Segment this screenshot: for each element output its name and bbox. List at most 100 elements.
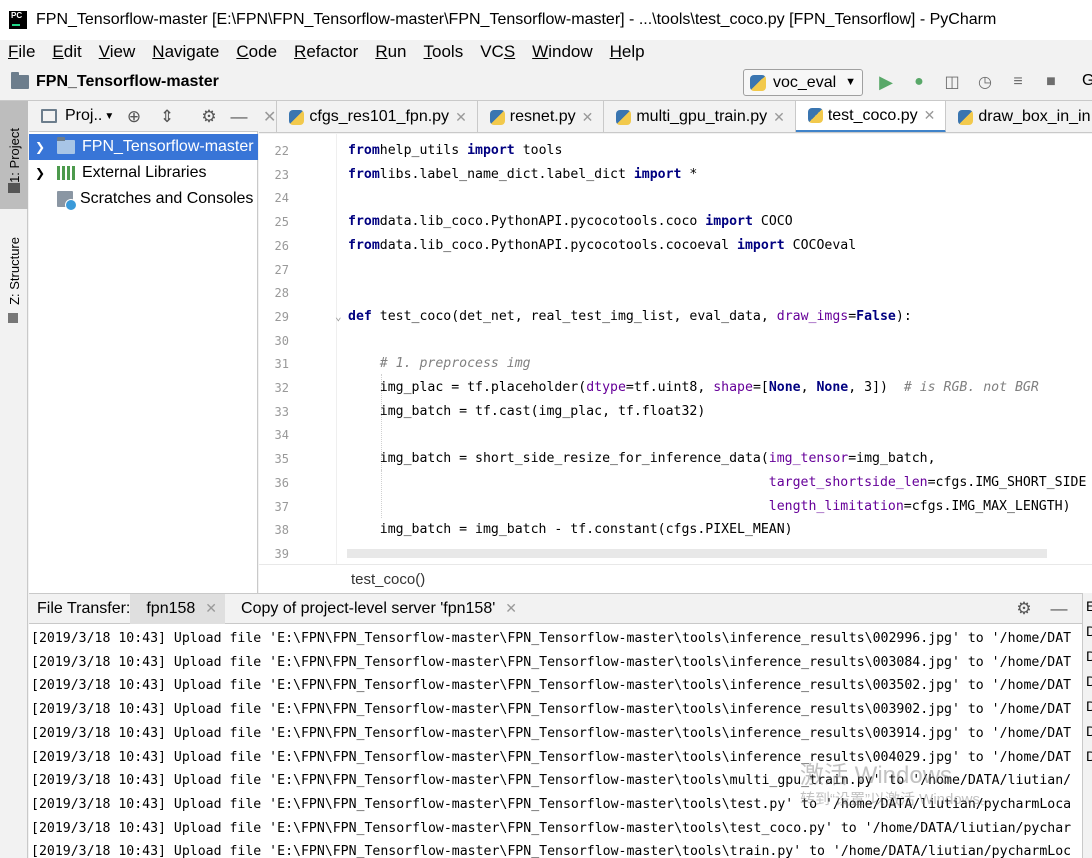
close-icon[interactable]: ✕: [505, 600, 517, 617]
code-line[interactable]: 29 ⌄ def test_coco(det_net, real_test_img_…: [259, 305, 1092, 329]
hide-panel-icon[interactable]: —: [229, 107, 249, 127]
code-line[interactable]: 35 img_batch = short_side_resize_for_inf…: [259, 447, 1092, 471]
line-number: 29: [274, 309, 289, 324]
tab-label: Copy of project-level server 'fpn158': [241, 599, 496, 617]
code-line[interactable]: 25 fromdata.lib_coco.PythonAPI.pycocotool…: [259, 210, 1092, 234]
menu-item[interactable]: VCS: [472, 42, 524, 62]
code-line[interactable]: 38 img_batch = img_batch - tf.constant(c…: [259, 518, 1092, 542]
code-text: img_batch = img_batch - tf.constant(cfgs…: [348, 522, 793, 538]
code-line[interactable]: 36 target_shortside_len=cfgs.IMG_SHORT_S…: [259, 471, 1092, 495]
pycharm-logo-icon: PC: [9, 11, 27, 29]
line-number: 32: [274, 381, 289, 395]
menu-item[interactable]: Window: [524, 42, 601, 62]
code-line[interactable]: 31 # 1. preprocess img: [259, 352, 1092, 376]
code-line[interactable]: 39: [259, 542, 1092, 564]
run-configuration-label: voc_eval: [773, 73, 837, 91]
run-with-coverage-button[interactable]: ◫: [940, 70, 964, 94]
tab-copy-of-server[interactable]: Copy of project-level server 'fpn158' ✕: [225, 594, 525, 624]
close-icon[interactable]: ✕: [455, 109, 467, 126]
code-line[interactable]: 33 img_batch = tf.cast(img_plac, tf.floa…: [259, 400, 1092, 424]
code-line[interactable]: 22 fromhelp_utils import tools: [259, 139, 1092, 163]
menu-item[interactable]: Help: [602, 42, 654, 62]
code-line[interactable]: 37 length_limitation=cfgs.IMG_MAX_LENGTH…: [259, 495, 1092, 519]
nav-project-crumb[interactable]: FPN_Tensorflow-master: [11, 72, 219, 91]
structure-tool-tab[interactable]: Z: Structure: [0, 221, 28, 323]
collapse-all-icon[interactable]: ⇕: [157, 107, 177, 127]
run-configuration-select[interactable]: voc_eval ▼: [743, 69, 863, 96]
close-icon[interactable]: ✕: [773, 109, 785, 126]
toolbar-trailing-label[interactable]: G: [1082, 72, 1092, 90]
code-line[interactable]: 24: [259, 186, 1092, 210]
python-file-icon: [289, 109, 305, 125]
project-tool-tab-label: 1: Project: [6, 127, 22, 183]
code-line[interactable]: 23 fromlibs.label_name_dict.label_dict im…: [259, 163, 1092, 187]
folder-icon: [8, 183, 20, 193]
concurrency-diagram-button[interactable]: ≡: [1006, 70, 1030, 94]
tab-multi-gpu-train[interactable]: multi_gpu_train.py ✕: [604, 101, 796, 132]
menu-item[interactable]: View: [91, 42, 145, 62]
hide-panel-icon[interactable]: —: [1049, 599, 1069, 619]
fold-icon[interactable]: ⌄: [335, 305, 342, 329]
window-title: FPN_Tensorflow-master [E:\FPN\FPN_Tensor…: [36, 11, 997, 28]
breadcrumb-function[interactable]: test_coco(): [351, 571, 425, 588]
project-tool-tab[interactable]: 1: Project: [0, 101, 28, 209]
navigation-toolbar: FPN_Tensorflow-master voc_eval ▼ ▶ ● ◫ ◷…: [0, 64, 1092, 101]
tab-label: draw_box_in_in: [978, 108, 1091, 125]
code-text: img_batch = tf.cast(img_plac, tf.float32…: [348, 403, 706, 419]
code-text: img_plac = tf.placeholder(dtype=tf.uint8…: [348, 380, 1039, 395]
python-file-icon: [750, 74, 766, 91]
right-strip-label[interactable]: D: [1086, 623, 1092, 639]
menu-item[interactable]: Refactor: [286, 42, 367, 62]
log-line: [2019/3/18 10:43] Upload file 'E:\FPN\FP…: [31, 749, 1072, 765]
line-number: 24: [274, 191, 289, 206]
right-strip-label[interactable]: D: [1086, 698, 1092, 714]
project-view-selector[interactable]: Proj..: [65, 107, 102, 125]
stop-button[interactable]: ■: [1039, 70, 1063, 94]
menu-item[interactable]: File: [0, 42, 44, 62]
close-icon[interactable]: ✕: [924, 107, 936, 124]
right-strip-label[interactable]: D: [1086, 648, 1092, 664]
code-text: fromlibs.label_name_dict.label_dict impo…: [348, 166, 698, 182]
chevron-down-icon[interactable]: ▼: [104, 111, 114, 122]
code-editor[interactable]: 22 fromhelp_utils import tools 23 fromlibs.…: [259, 134, 1092, 564]
code-line[interactable]: 30: [259, 329, 1092, 353]
code-text: def test_coco(det_net, real_test_img_lis…: [348, 308, 912, 324]
right-strip-label[interactable]: E: [1086, 598, 1092, 614]
run-button[interactable]: ▶: [874, 70, 898, 94]
close-icon[interactable]: ✕: [582, 109, 594, 126]
right-strip-label[interactable]: D: [1086, 673, 1092, 689]
profile-button[interactable]: ◷: [973, 70, 997, 94]
menu-item[interactable]: Code: [228, 42, 286, 62]
locate-file-icon[interactable]: ⊕: [124, 107, 144, 127]
tab-fpn158[interactable]: fpn158 ✕: [130, 593, 226, 624]
right-strip-label[interactable]: D: [1086, 748, 1092, 764]
file-transfer-log[interactable]: [2019/3/18 10:43] Upload file 'E:\FPN\FP…: [29, 624, 1082, 858]
tab-close-icon[interactable]: ✕: [259, 101, 278, 132]
code-line[interactable]: 28: [259, 281, 1092, 305]
tree-item-scratches[interactable]: Scratches and Consoles: [29, 186, 258, 212]
tab-test-coco[interactable]: test_coco.py ✕: [795, 101, 947, 132]
menu-item[interactable]: Edit: [44, 42, 90, 62]
tab-cfgs-res101-fpn[interactable]: cfgs_res101_fpn.py ✕: [277, 101, 478, 132]
menu-item[interactable]: Run: [367, 42, 415, 62]
chevron-right-icon[interactable]: ❯: [35, 140, 45, 154]
code-line[interactable]: 32 img_plac = tf.placeholder(dtype=tf.ui…: [259, 376, 1092, 400]
debug-button[interactable]: ●: [907, 70, 931, 94]
close-icon[interactable]: ✕: [205, 600, 217, 617]
gear-icon[interactable]: ⚙: [1014, 599, 1034, 619]
chevron-right-icon[interactable]: ❯: [35, 166, 45, 180]
line-number: 33: [274, 404, 289, 419]
gear-icon[interactable]: ⚙: [199, 107, 219, 127]
nav-project-label: FPN_Tensorflow-master: [36, 73, 219, 90]
menu-item[interactable]: Navigate: [144, 42, 228, 62]
tab-draw-box-in-img[interactable]: draw_box_in_in: [946, 101, 1092, 132]
tree-item-external-libraries[interactable]: ❯ External Libraries: [29, 160, 258, 186]
code-line[interactable]: 26 fromdata.lib_coco.PythonAPI.pycocotool…: [259, 234, 1092, 258]
tree-item-project-root[interactable]: ❯ FPN_Tensorflow-master: [29, 134, 258, 160]
menu-item[interactable]: Tools: [416, 42, 473, 62]
editor-breadcrumb[interactable]: test_coco(): [259, 564, 1092, 593]
right-strip-label[interactable]: D: [1086, 723, 1092, 739]
code-line[interactable]: 27: [259, 258, 1092, 282]
tab-resnet[interactable]: resnet.py ✕: [478, 101, 605, 132]
code-line[interactable]: 34: [259, 423, 1092, 447]
